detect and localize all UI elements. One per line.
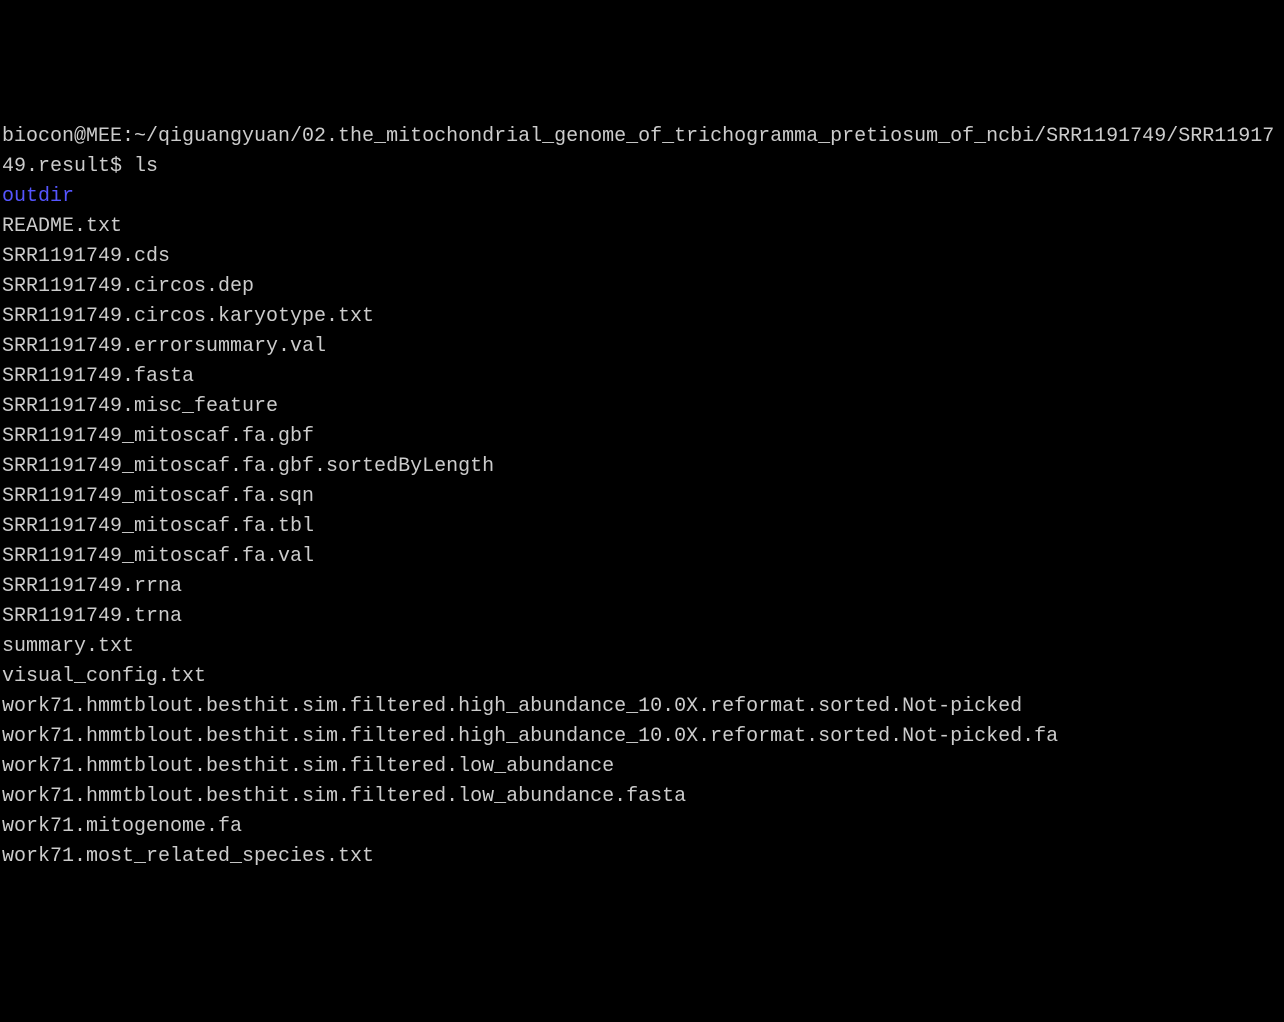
file-entry: SRR1191749.trna	[2, 602, 1282, 632]
file-entry: work71.hmmtblout.besthit.sim.filtered.lo…	[2, 782, 1282, 812]
file-entry: SRR1191749_mitoscaf.fa.gbf	[2, 422, 1282, 452]
file-entry: SRR1191749.cds	[2, 242, 1282, 272]
file-entry: work71.most_related_species.txt	[2, 842, 1282, 872]
file-entry: SRR1191749_mitoscaf.fa.tbl	[2, 512, 1282, 542]
file-entry: work71.hmmtblout.besthit.sim.filtered.lo…	[2, 752, 1282, 782]
file-entry: SRR1191749.circos.dep	[2, 272, 1282, 302]
terminal-window[interactable]: biocon@MEE:~/qiguangyuan/02.the_mitochon…	[2, 122, 1282, 872]
command-text: ls	[134, 155, 158, 178]
file-entry: SRR1191749.fasta	[2, 362, 1282, 392]
file-entry: work71.mitogenome.fa	[2, 812, 1282, 842]
file-entry: SRR1191749.circos.karyotype.txt	[2, 302, 1282, 332]
directory-entry: outdir	[2, 185, 74, 208]
file-entry: visual_config.txt	[2, 662, 1282, 692]
file-entry: SRR1191749_mitoscaf.fa.gbf.sortedByLengt…	[2, 452, 1282, 482]
file-entry: SRR1191749.rrna	[2, 572, 1282, 602]
file-entry: SRR1191749.misc_feature	[2, 392, 1282, 422]
file-entry: README.txt	[2, 212, 1282, 242]
file-entry: summary.txt	[2, 632, 1282, 662]
prompt-text: biocon@MEE:~/qiguangyuan/02.the_mitochon…	[2, 125, 1274, 178]
file-entry: SRR1191749.errorsummary.val	[2, 332, 1282, 362]
file-entry: work71.hmmtblout.besthit.sim.filtered.hi…	[2, 692, 1282, 722]
file-entry: work71.hmmtblout.besthit.sim.filtered.hi…	[2, 722, 1282, 752]
shell-prompt: biocon@MEE:~/qiguangyuan/02.the_mitochon…	[2, 125, 1274, 178]
file-entry: SRR1191749_mitoscaf.fa.val	[2, 542, 1282, 572]
file-entry: SRR1191749_mitoscaf.fa.sqn	[2, 482, 1282, 512]
